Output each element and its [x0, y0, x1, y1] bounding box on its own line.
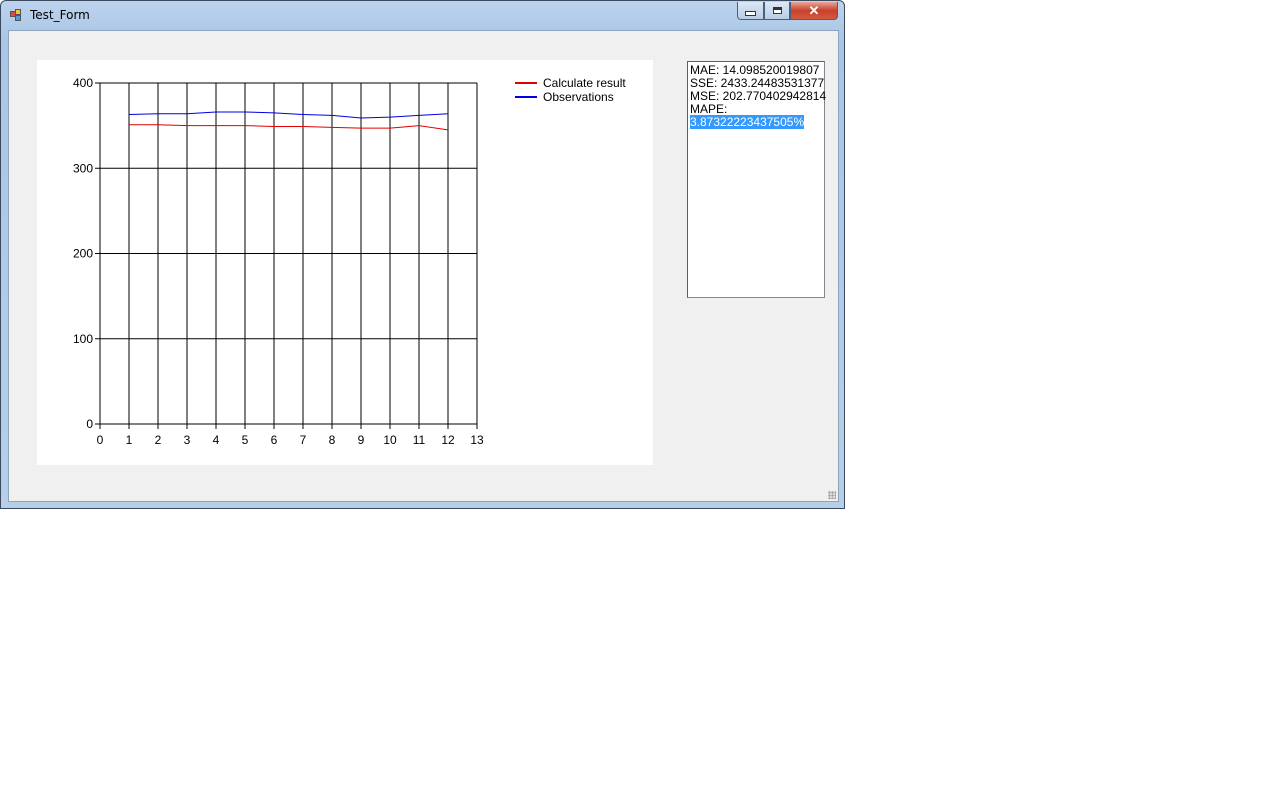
test-form-window: Test_Form ✕ 0 1 2 3 4 5 6 7 8 9 10 11 12 13 0 100 200 300… — [0, 0, 845, 509]
maximize-icon — [772, 7, 782, 14]
x-tick-label: 0 — [97, 433, 104, 447]
app-icon[interactable] — [10, 9, 22, 21]
resize-grip[interactable] — [828, 491, 836, 499]
series-line-observations — [128, 111, 449, 119]
y-tick-label: 200 — [73, 247, 93, 261]
results-textbox[interactable]: MAE: 14.098520019807 SSE: 2433.244835313… — [687, 61, 826, 298]
x-tick-label: 1 — [126, 433, 133, 447]
x-tick-label: 5 — [242, 433, 249, 447]
legend-item-observations: Observations — [515, 90, 626, 104]
y-tick-label: 400 — [73, 76, 93, 90]
x-tick-label: 9 — [358, 433, 365, 447]
title-bar[interactable]: Test_Form ✕ — [1, 1, 844, 30]
legend-label-observations: Observations — [543, 90, 614, 104]
x-tick-label: 3 — [184, 433, 191, 447]
x-tick-label: 4 — [213, 433, 220, 447]
x-tick-label: 6 — [271, 433, 278, 447]
chart-panel: 0 1 2 3 4 5 6 7 8 9 10 11 12 13 0 100 200 300 400 Calculat… — [37, 60, 653, 465]
minimize-icon — [745, 11, 756, 16]
x-tick-label: 2 — [155, 433, 162, 447]
close-icon: ✕ — [808, 2, 820, 18]
legend-label-calculated: Calculate result — [543, 76, 626, 90]
close-button[interactable]: ✕ — [790, 2, 838, 20]
chart-legend: Calculate result Observations — [515, 76, 626, 104]
x-tick-label: 12 — [441, 433, 455, 447]
minimize-button[interactable] — [737, 2, 764, 20]
form-client-area: 0 1 2 3 4 5 6 7 8 9 10 11 12 13 0 100 200 300 400 Calculat… — [8, 30, 839, 502]
window-title: Test_Form — [30, 8, 90, 22]
mape-value-selected[interactable]: 3.87322223437505% — [690, 115, 805, 129]
x-tick-label: 7 — [300, 433, 307, 447]
x-tick-label: 11 — [413, 433, 426, 447]
y-tick-label: 300 — [73, 161, 93, 175]
y-tick-label: 0 — [86, 417, 93, 431]
legend-item-calculated: Calculate result — [515, 76, 626, 90]
line-chart: 0 1 2 3 4 5 6 7 8 9 10 11 12 130100200300400 — [73, 76, 484, 447]
maximize-button[interactable] — [764, 2, 790, 20]
legend-swatch-observations — [515, 96, 537, 98]
y-tick-label: 100 — [73, 332, 93, 346]
x-tick-label: 8 — [329, 433, 336, 447]
legend-swatch-calculated — [515, 82, 537, 84]
x-tick-label: 10 — [383, 433, 397, 447]
series-line-calculated — [129, 124, 449, 131]
x-tick-label: 13 — [470, 433, 484, 447]
